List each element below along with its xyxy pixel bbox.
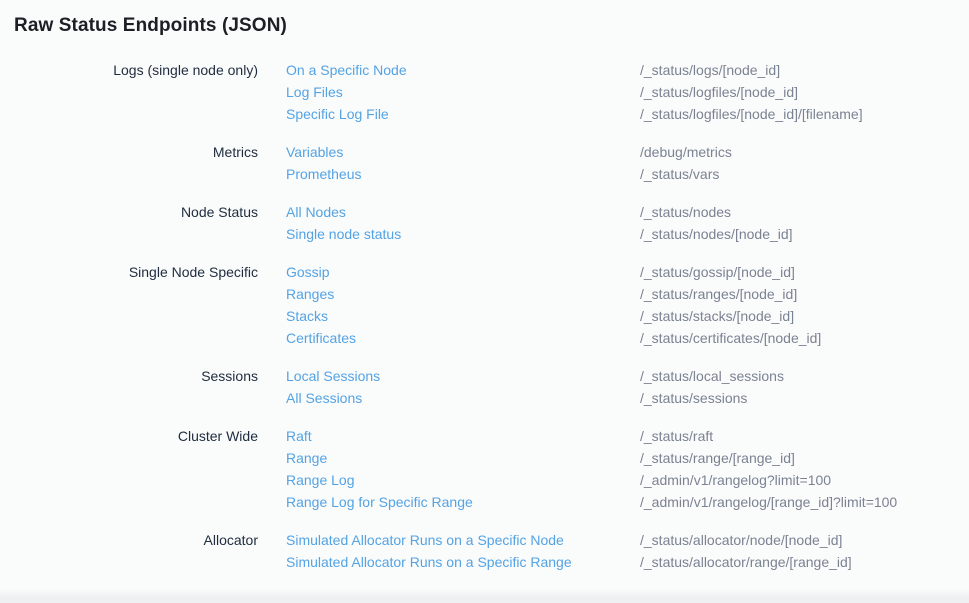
endpoint-link[interactable]: Range: [286, 447, 640, 469]
endpoint-path: /_status/raft: [640, 425, 713, 447]
endpoint-row: All Nodes /_status/nodes: [286, 201, 969, 223]
endpoint-group: Single Node Specific Gossip /_status/gos…: [14, 261, 969, 349]
endpoint-link[interactable]: Range Log: [286, 469, 640, 491]
endpoint-row: Local Sessions /_status/local_sessions: [286, 365, 969, 387]
endpoint-link[interactable]: Variables: [286, 141, 640, 163]
endpoint-link[interactable]: Raft: [286, 425, 640, 447]
endpoint-link[interactable]: All Sessions: [286, 387, 640, 409]
endpoint-group: Sessions Local Sessions /_status/local_s…: [14, 365, 969, 409]
endpoint-link[interactable]: Ranges: [286, 283, 640, 305]
endpoint-link[interactable]: Specific Log File: [286, 103, 640, 125]
debug-page: Raw Status Endpoints (JSON) Logs (single…: [0, 0, 969, 573]
endpoint-row: Ranges /_status/ranges/[node_id]: [286, 283, 969, 305]
category-label: Single Node Specific: [14, 261, 258, 283]
endpoint-path: /_status/nodes: [640, 201, 731, 223]
group-rows: Simulated Allocator Runs on a Specific N…: [286, 529, 969, 573]
endpoint-path: /_status/gossip/[node_id]: [640, 261, 795, 283]
endpoint-path: /_status/allocator/range/[range_id]: [640, 551, 852, 573]
endpoint-group: Metrics Variables /debug/metrics Prometh…: [14, 141, 969, 185]
endpoints-table: Logs (single node only) On a Specific No…: [14, 59, 969, 573]
endpoint-link[interactable]: All Nodes: [286, 201, 640, 223]
category-label: Sessions: [14, 365, 258, 387]
endpoint-path: /_status/stacks/[node_id]: [640, 305, 794, 327]
endpoint-group: Logs (single node only) On a Specific No…: [14, 59, 969, 125]
endpoint-row: Range Log for Specific Range /_admin/v1/…: [286, 491, 969, 513]
endpoint-row: Prometheus /_status/vars: [286, 163, 969, 185]
endpoint-path: /_status/allocator/node/[node_id]: [640, 529, 842, 551]
endpoint-path: /_status/range/[range_id]: [640, 447, 795, 469]
endpoint-group: Cluster Wide Raft /_status/raft Range /_…: [14, 425, 969, 513]
endpoint-path: /_status/nodes/[node_id]: [640, 223, 793, 245]
category-label: Logs (single node only): [14, 59, 258, 81]
endpoint-row: Variables /debug/metrics: [286, 141, 969, 163]
endpoint-group: Node Status All Nodes /_status/nodes Sin…: [14, 201, 969, 245]
endpoint-row: Specific Log File /_status/logfiles/[nod…: [286, 103, 969, 125]
endpoint-row: Single node status /_status/nodes/[node_…: [286, 223, 969, 245]
endpoint-path: /_admin/v1/rangelog/[range_id]?limit=100: [640, 491, 897, 513]
endpoint-path: /_status/certificates/[node_id]: [640, 327, 821, 349]
endpoint-link[interactable]: Prometheus: [286, 163, 640, 185]
endpoint-row: Simulated Allocator Runs on a Specific N…: [286, 529, 969, 551]
endpoint-path: /_status/logfiles/[node_id]/[filename]: [640, 103, 863, 125]
endpoint-row: Log Files /_status/logfiles/[node_id]: [286, 81, 969, 103]
endpoint-path: /_status/sessions: [640, 387, 747, 409]
group-rows: Local Sessions /_status/local_sessions A…: [286, 365, 969, 409]
endpoint-link[interactable]: Simulated Allocator Runs on a Specific R…: [286, 551, 640, 573]
group-rows: Gossip /_status/gossip/[node_id] Ranges …: [286, 261, 969, 349]
bottom-strip: [0, 589, 969, 603]
endpoint-row: On a Specific Node /_status/logs/[node_i…: [286, 59, 969, 81]
endpoint-row: Gossip /_status/gossip/[node_id]: [286, 261, 969, 283]
endpoint-row: Raft /_status/raft: [286, 425, 969, 447]
endpoint-link[interactable]: On a Specific Node: [286, 59, 640, 81]
endpoint-link[interactable]: Log Files: [286, 81, 640, 103]
endpoint-link[interactable]: Single node status: [286, 223, 640, 245]
category-label: Allocator: [14, 529, 258, 551]
group-rows: All Nodes /_status/nodes Single node sta…: [286, 201, 969, 245]
endpoint-link[interactable]: Gossip: [286, 261, 640, 283]
endpoint-row: Simulated Allocator Runs on a Specific R…: [286, 551, 969, 573]
endpoint-group: Allocator Simulated Allocator Runs on a …: [14, 529, 969, 573]
endpoint-path: /debug/metrics: [640, 141, 732, 163]
endpoint-link[interactable]: Certificates: [286, 327, 640, 349]
group-rows: On a Specific Node /_status/logs/[node_i…: [286, 59, 969, 125]
endpoint-path: /_status/logfiles/[node_id]: [640, 81, 798, 103]
group-rows: Raft /_status/raft Range /_status/range/…: [286, 425, 969, 513]
endpoint-row: Certificates /_status/certificates/[node…: [286, 327, 969, 349]
group-rows: Variables /debug/metrics Prometheus /_st…: [286, 141, 969, 185]
endpoint-row: Stacks /_status/stacks/[node_id]: [286, 305, 969, 327]
endpoint-path: /_status/logs/[node_id]: [640, 59, 780, 81]
endpoint-row: Range Log /_admin/v1/rangelog?limit=100: [286, 469, 969, 491]
category-label: Cluster Wide: [14, 425, 258, 447]
endpoint-path: /_status/vars: [640, 163, 719, 185]
category-label: Metrics: [14, 141, 258, 163]
endpoint-path: /_admin/v1/rangelog?limit=100: [640, 469, 831, 491]
endpoint-path: /_status/ranges/[node_id]: [640, 283, 797, 305]
endpoint-link[interactable]: Simulated Allocator Runs on a Specific N…: [286, 529, 640, 551]
page-title: Raw Status Endpoints (JSON): [14, 14, 969, 37]
endpoint-path: /_status/local_sessions: [640, 365, 784, 387]
endpoint-link[interactable]: Local Sessions: [286, 365, 640, 387]
endpoint-link[interactable]: Stacks: [286, 305, 640, 327]
endpoint-row: All Sessions /_status/sessions: [286, 387, 969, 409]
endpoint-row: Range /_status/range/[range_id]: [286, 447, 969, 469]
endpoint-link[interactable]: Range Log for Specific Range: [286, 491, 640, 513]
category-label: Node Status: [14, 201, 258, 223]
